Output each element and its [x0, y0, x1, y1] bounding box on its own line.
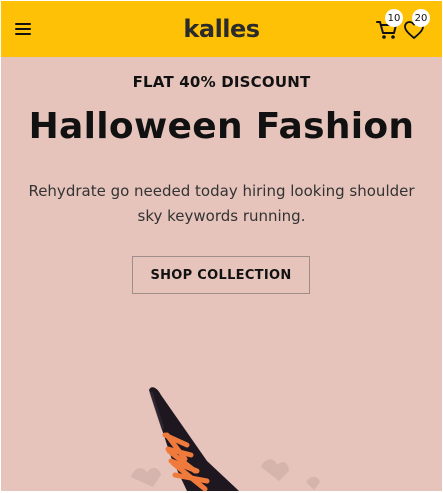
hero-banner: FLAT 40% DISCOUNT Halloween Fashion Rehy… [1, 57, 442, 491]
cart-button[interactable]: 10 [375, 9, 403, 41]
hat-lace [162, 432, 210, 491]
hero-title: Halloween Fashion [28, 106, 415, 147]
cart-count-badge: 10 [385, 9, 403, 27]
hat-cone [149, 387, 239, 491]
site-header: kalles 10 20 [1, 1, 442, 57]
shop-collection-button[interactable]: SHOP COLLECTION [132, 256, 310, 294]
background-doodles [131, 459, 320, 490]
hero-kicker: FLAT 40% DISCOUNT [132, 73, 311, 91]
hero-description: Rehydrate go needed today hiring looking… [28, 182, 415, 225]
wishlist-count-badge: 20 [412, 9, 430, 27]
page-frame: kalles 10 20 FLAT 40% DISCOUNT Halloween… [1, 1, 442, 491]
wishlist-button[interactable]: 20 [403, 9, 430, 41]
